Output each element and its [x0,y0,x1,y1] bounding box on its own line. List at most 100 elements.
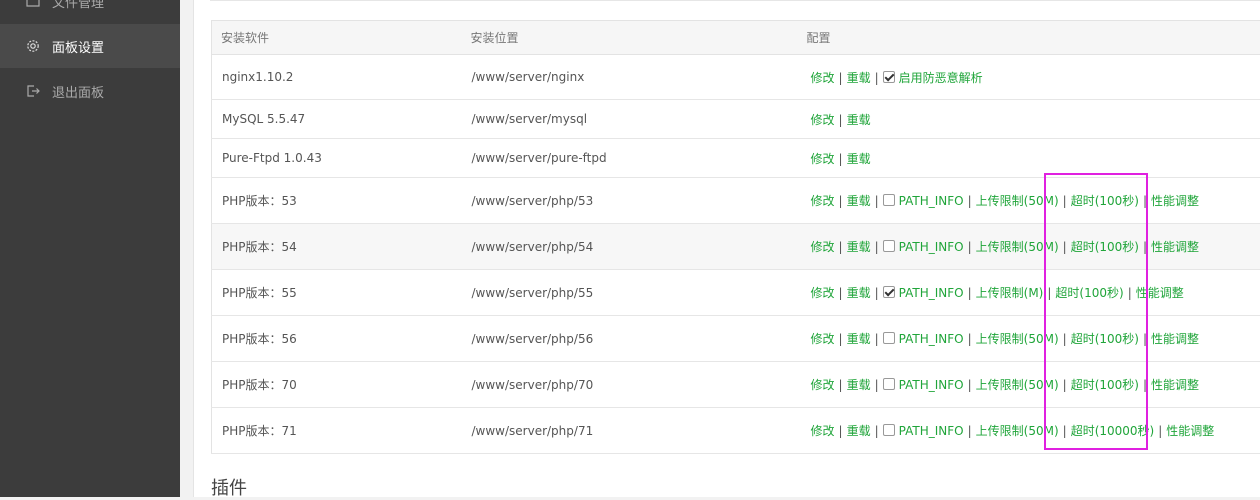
divider [210,0,1260,1]
modify-link[interactable]: 修改 [811,194,835,208]
performance-tuning-link[interactable]: 性能调整 [1151,378,1199,392]
table-row: Pure-Ftpd 1.0.43/www/server/pure-ftpd修改|… [212,139,1260,178]
timeout-link[interactable]: 超时(100秒) [1071,194,1139,208]
separator: | [1143,378,1147,392]
performance-tuning-link[interactable]: 性能调整 [1136,286,1184,300]
config-actions: 修改|重载|PATH_INFO|上传限制(50M)|超时(100秒)|性能调整 [798,224,1260,270]
software-name: PHP版本：70 [212,362,462,408]
upload-limit-link[interactable]: 上传限制(50M) [976,378,1059,392]
separator: | [1128,286,1132,300]
separator: | [839,152,843,166]
software-name: PHP版本：55 [212,270,462,316]
separator: | [875,378,879,392]
config-actions: 修改|重载|启用防恶意解析 [798,55,1260,100]
software-name: PHP版本：53 [212,178,462,224]
table-row: PHP版本：55/www/server/php/55修改|重载|PATH_INF… [212,270,1260,316]
separator: | [875,240,879,254]
timeout-link[interactable]: 超时(100秒) [1055,286,1123,300]
separator: | [968,378,972,392]
install-path: /www/server/php/54 [462,224,798,270]
modify-link[interactable]: 修改 [811,424,835,438]
column-header: 配置 [798,21,1260,55]
reload-link[interactable]: 重载 [847,240,871,254]
upload-limit-link[interactable]: 上传限制(50M) [976,424,1059,438]
main-content: 安装软件 安装位置 配置 nginx1.10.2/www/server/ngin… [193,0,1260,497]
modify-link[interactable]: 修改 [811,378,835,392]
separator: | [839,424,843,438]
column-header: 安装软件 [212,21,462,55]
separator: | [968,332,972,346]
modify-link[interactable]: 修改 [811,152,835,166]
timeout-link[interactable]: 超时(100秒) [1071,332,1139,346]
modify-link[interactable]: 修改 [811,240,835,254]
software-name: PHP版本：54 [212,224,462,270]
modify-link[interactable]: 修改 [811,286,835,300]
reload-link[interactable]: 重载 [847,113,871,127]
upload-limit-link[interactable]: 上传限制(M) [976,286,1044,300]
install-path: /www/server/php/56 [462,316,798,362]
install-path: /www/server/php/71 [462,408,798,454]
pathinfo-label[interactable]: PATH_INFO [899,240,964,254]
pathinfo-checkbox[interactable] [883,378,895,390]
reload-link[interactable]: 重载 [847,378,871,392]
reload-link[interactable]: 重载 [847,194,871,208]
software-name: PHP版本：71 [212,408,462,454]
upload-limit-link[interactable]: 上传限制(50M) [976,332,1059,346]
table-row: PHP版本：56/www/server/php/56修改|重载|PATH_INF… [212,316,1260,362]
performance-tuning-link[interactable]: 性能调整 [1151,194,1199,208]
timeout-link[interactable]: 超时(100秒) [1071,378,1139,392]
upload-limit-link[interactable]: 上传限制(50M) [976,240,1059,254]
config-actions: 修改|重载 [798,100,1260,139]
sidebar-item-label: 文件管理 [52,0,104,11]
software-name: Pure-Ftpd 1.0.43 [212,139,462,178]
gear-icon [26,39,40,53]
modify-link[interactable]: 修改 [811,71,835,85]
table-row: PHP版本：70/www/server/php/70 修改 | 重载 | PATH_INF… [212,362,1260,408]
timeout-link[interactable]: 超时(10000秒) [1071,424,1155,438]
separator: | [968,240,972,254]
reload-link[interactable]: 重载 [847,152,871,166]
sidebar-item-panel-settings[interactable]: 面板设置 [0,24,180,68]
install-path: /www/server/php/70 [462,362,798,408]
reload-link[interactable]: 重载 [847,286,871,300]
sidebar-item-logout[interactable]: 退出面板 [0,69,180,113]
performance-tuning-link[interactable]: 性能调整 [1151,332,1199,346]
sidebar: 文件管理 面板设置 退出面板 [0,0,180,497]
reload-link[interactable]: 重载 [847,332,871,346]
separator: | [875,332,879,346]
pathinfo-label[interactable]: PATH_INFO [899,194,964,208]
pathinfo-checkbox[interactable] [883,240,895,252]
timeout-link[interactable]: 超时(100秒) [1071,240,1139,254]
pathinfo-checkbox[interactable] [883,194,895,206]
separator: | [1158,424,1162,438]
install-path: /www/server/php/53 [462,178,798,224]
pathinfo-label[interactable]: PATH_INFO [899,424,964,438]
separator: | [1063,424,1067,438]
separator: | [839,332,843,346]
pathinfo-checkbox[interactable] [883,286,895,298]
table-row: PHP版本：54/www/server/php/54 修改 | 重载 | PATH_INF… [212,224,1260,270]
config-actions: 修改|重载|PATH_INFO|上传限制(50M)|超时(100秒)|性能调整 [798,316,1260,362]
pathinfo-label[interactable]: PATH_INFO [899,332,964,346]
pathinfo-label[interactable]: PATH_INFO [899,286,964,300]
modify-link[interactable]: 修改 [811,332,835,346]
software-name: nginx1.10.2 [212,55,462,100]
modify-link[interactable]: 修改 [811,113,835,127]
reload-link[interactable]: 重载 [847,71,871,85]
pathinfo-checkbox[interactable] [883,424,895,436]
sidebar-item-file-manager[interactable]: 文件管理 [0,0,180,23]
performance-tuning-link[interactable]: 性能调整 [1166,424,1214,438]
anti-malicious-label[interactable]: 启用防恶意解析 [899,71,983,85]
config-actions: 修改|重载|PATH_INFO|上传限制(M)|超时(100秒)|性能调整 [798,270,1260,316]
separator: | [875,194,879,208]
folder-icon [26,0,40,8]
table-row: PHP版本：53/www/server/php/53修改|重载|PATH_INF… [212,178,1260,224]
performance-tuning-link[interactable]: 性能调整 [1151,240,1199,254]
reload-link[interactable]: 重载 [847,424,871,438]
anti-malicious-checkbox[interactable] [883,71,895,83]
table-row: PHP版本：71/www/server/php/71 修改 | 重载 | PATH_INF… [212,408,1260,454]
pathinfo-checkbox[interactable] [883,332,895,344]
pathinfo-label[interactable]: PATH_INFO [899,378,964,392]
config-actions: 修改|重载|PATH_INFO|上传限制(50M)|超时(100秒)|性能调整 [798,178,1260,224]
upload-limit-link[interactable]: 上传限制(50M) [976,194,1059,208]
